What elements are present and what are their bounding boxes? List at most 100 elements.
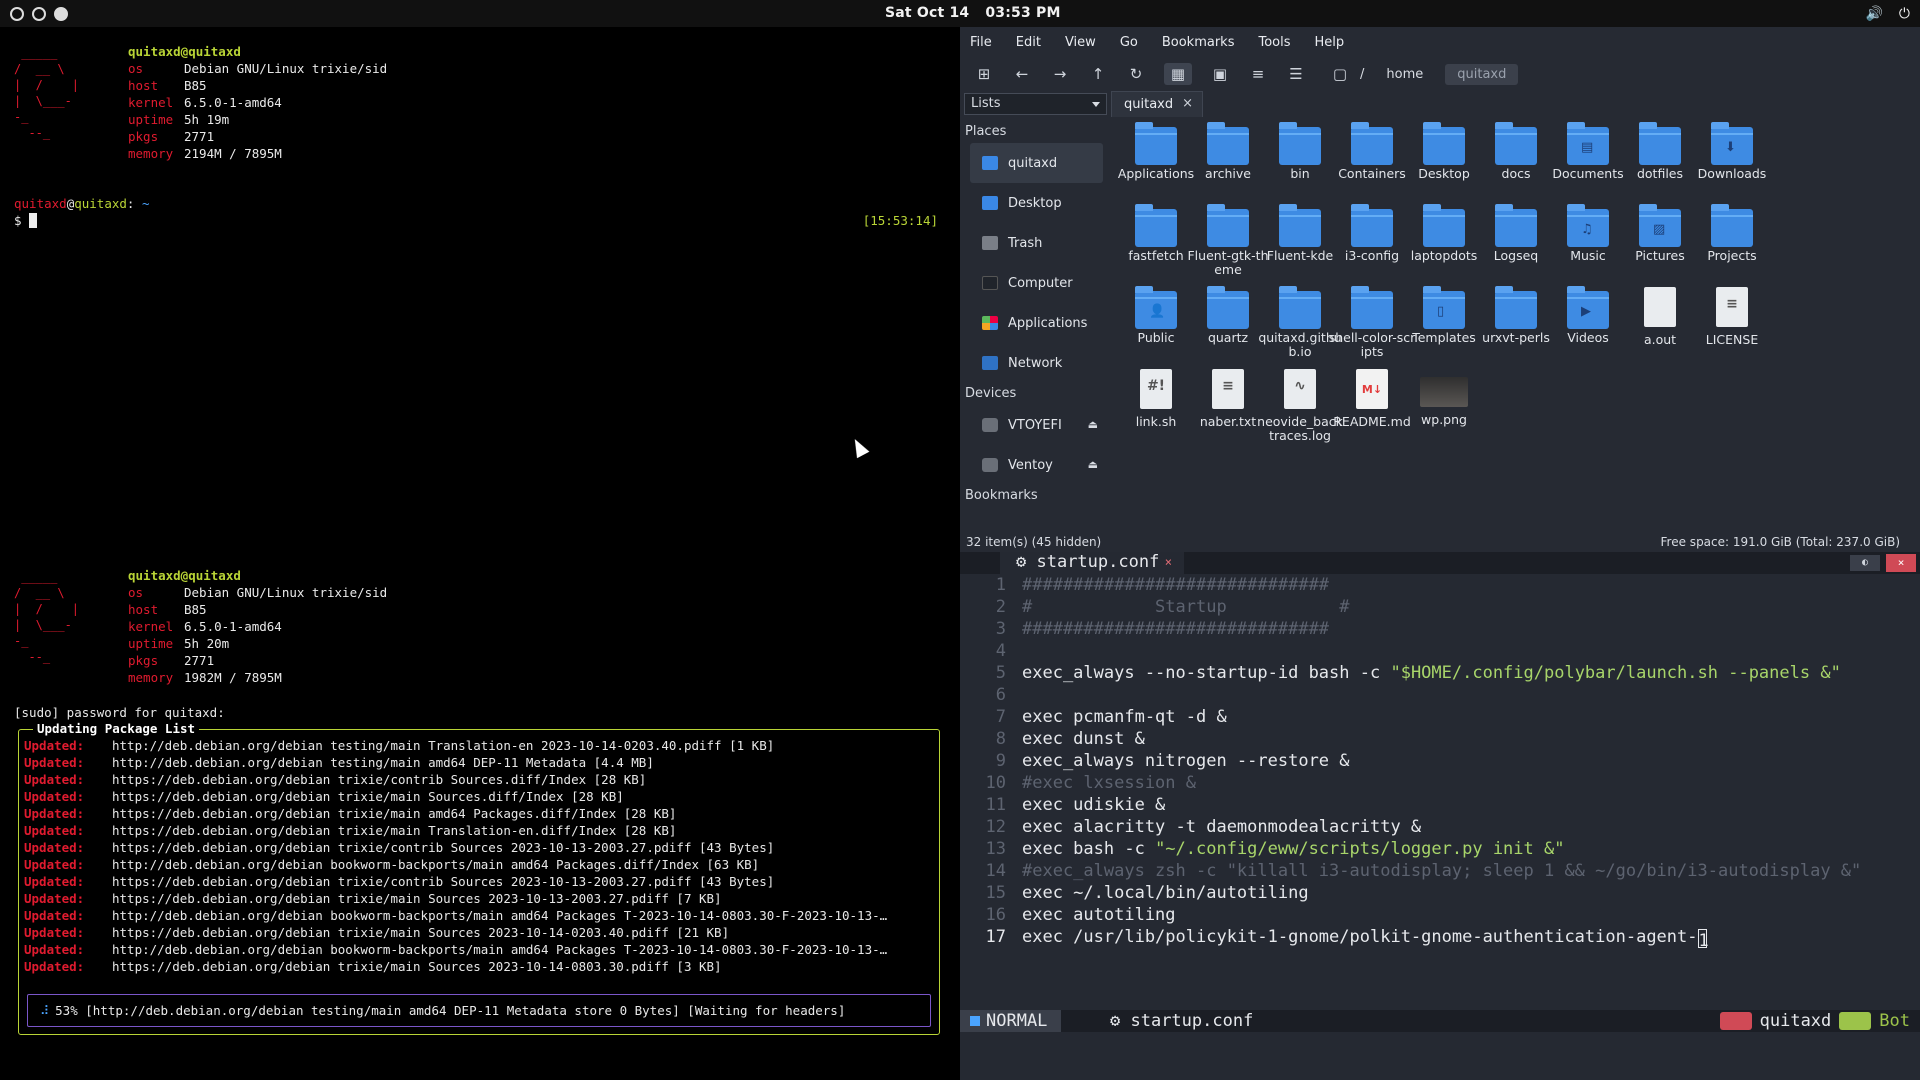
line-number: 7 <box>995 707 1006 727</box>
place-item-network[interactable]: Network <box>960 343 1108 383</box>
forward-icon[interactable]: → <box>1050 64 1070 84</box>
update-label: Updated: <box>24 772 85 787</box>
back-icon[interactable]: ← <box>1012 64 1032 84</box>
line-text: exec alacritty -t daemonmodealacritty & <box>1022 817 1422 837</box>
place-item-computer[interactable]: Computer <box>960 263 1108 303</box>
place-item-desktop[interactable]: Desktop <box>960 183 1108 223</box>
update-label: Updated: <box>24 959 85 974</box>
code-line[interactable]: 11 exec udiskie & <box>960 794 1920 816</box>
tab-quitaxd[interactable]: quitaxd × <box>1111 91 1203 117</box>
fetch-value: 2771 <box>184 653 215 668</box>
code-line[interactable]: 10 #exec lxsession & <box>960 772 1920 794</box>
compact-view-icon[interactable]: ≡ <box>1248 64 1268 84</box>
workspace-indicators <box>10 6 68 21</box>
drive-icon[interactable]: ▢ <box>1330 64 1350 84</box>
place-item-applications[interactable]: Applications <box>960 303 1108 343</box>
path-segment-quitaxd[interactable]: quitaxd <box>1445 63 1519 85</box>
volume-icon[interactable]: 🔊 <box>1865 6 1882 22</box>
toggle-icon[interactable]: ◐ <box>1850 555 1880 571</box>
line-text: exec /usr/lib/policykit-1-gnome/polkit-g… <box>1022 927 1709 948</box>
shell-prompt[interactable]: quitaxd@quitaxd: ~ $ [15:53:14] <box>14 195 954 229</box>
close-icon[interactable]: × <box>1182 96 1193 111</box>
reload-icon[interactable]: ↻ <box>1126 64 1146 84</box>
code-line[interactable]: 9 exec_always nitrogen --restore & <box>960 750 1920 772</box>
line-number: 1 <box>995 575 1006 595</box>
code-line[interactable]: 7 exec pcmanfm-qt -d & <box>960 706 1920 728</box>
debian-logo: _____ / __ \ | / | | \___- -_ --_ <box>14 46 80 140</box>
code-line[interactable]: 3 ############################## <box>960 618 1920 640</box>
path-root[interactable]: / <box>1360 67 1364 82</box>
menu-view[interactable]: View <box>1065 35 1096 50</box>
code-line[interactable]: 2 # Startup # <box>960 596 1920 618</box>
close-window-icon[interactable]: × <box>1886 554 1916 572</box>
code-line[interactable]: 15 exec ~/.local/bin/autotiling <box>960 882 1920 904</box>
code-line[interactable]: 5 exec_always --no-startup-id bash -c "$H… <box>960 662 1920 684</box>
menu-edit[interactable]: Edit <box>1016 35 1041 50</box>
power-icon[interactable]: ⏻ <box>1899 6 1910 22</box>
fastfetch-output: _____ / __ \ | / | | \___- -_ --_ quitax… <box>0 551 960 685</box>
menu-help[interactable]: Help <box>1315 35 1345 50</box>
code-line[interactable]: 8 exec dunst & <box>960 728 1920 750</box>
update-label: Updated: <box>24 925 85 940</box>
fetch-row: host B85 <box>128 77 387 94</box>
editor-window[interactable]: ⚙ startup.conf × ◐ × 1 ###################… <box>960 552 1920 1080</box>
code-line[interactable]: 4 <box>960 640 1920 662</box>
detailed-list-icon[interactable]: ☰ <box>1286 64 1306 84</box>
update-url: https://deb.debian.org/debian trixie/con… <box>112 840 775 855</box>
code-line[interactable]: 13 exec bash -c "~/.config/eww/scripts/lo… <box>960 838 1920 860</box>
line-number: 17 <box>985 927 1006 947</box>
line-text: exec ~/.local/bin/autotiling <box>1022 883 1309 903</box>
fetch-row: uptime 5h 20m <box>128 635 387 652</box>
code-line[interactable]: 6 <box>960 684 1920 706</box>
place-item-trash[interactable]: Trash <box>960 223 1108 263</box>
update-line: Updated: https://deb.debian.org/debian tr… <box>24 958 936 975</box>
menu-tools[interactable]: Tools <box>1258 35 1290 50</box>
eject-icon[interactable]: ⏏ <box>1088 458 1098 471</box>
fetch-value: 1982M / 7895M <box>184 670 282 685</box>
update-url: http://deb.debian.org/debian testing/mai… <box>112 738 775 753</box>
device-item-ventoy[interactable]: Ventoy ⏏ <box>960 445 1108 485</box>
workspace-1-indicator[interactable] <box>10 6 24 21</box>
fetch-value: B85 <box>184 78 207 93</box>
folder-icon <box>1495 204 1537 247</box>
eject-icon[interactable]: ⏏ <box>1088 418 1098 431</box>
place-item-quitaxd[interactable]: quitaxd <box>970 143 1103 183</box>
side-pane-mode-select[interactable]: Lists <box>964 93 1107 115</box>
fetch-row: os Debian GNU/Linux trixie/sid <box>128 584 387 601</box>
update-url: https://deb.debian.org/debian trixie/mai… <box>112 891 722 906</box>
code-line[interactable]: 17 exec /usr/lib/policykit-1-gnome/polkit… <box>960 926 1920 948</box>
file-item[interactable]: ≡ LICENSE <box>1688 287 1776 347</box>
code-line[interactable]: 16 exec autotiling <box>960 904 1920 926</box>
folder-icon: ▤ <box>1567 122 1609 165</box>
workspace-3-indicator[interactable] <box>54 6 68 21</box>
folder-item[interactable]: ⬇ Downloads <box>1688 122 1776 181</box>
menu-file[interactable]: File <box>970 35 992 50</box>
code-line[interactable]: 1 ############################## <box>960 574 1920 596</box>
editor-tab[interactable]: ⚙ startup.conf × <box>1000 552 1184 574</box>
code-line[interactable]: 12 exec alacritty -t daemonmodealacritty … <box>960 816 1920 838</box>
up-icon[interactable]: ↑ <box>1088 64 1108 84</box>
update-line: Updated: https://deb.debian.org/debian tr… <box>24 788 936 805</box>
new-tab-icon[interactable]: ⊞ <box>974 64 994 84</box>
editor-statusline: NORMAL ⚙ startup.conf quitaxd Bot <box>960 1010 1920 1032</box>
device-label: VTOYEFI <box>1008 417 1062 433</box>
update-label: Updated: <box>24 908 85 923</box>
thumbnail-view-icon[interactable]: ▣ <box>1210 64 1230 84</box>
system-tray: 🔊 ⏻ <box>1865 6 1910 22</box>
code-line[interactable]: 14 #exec_always zsh -c "killall i3-autodi… <box>960 860 1920 882</box>
line-text: ############################## <box>1022 619 1330 639</box>
line-number: 12 <box>985 817 1006 837</box>
file-item[interactable]: wp.png <box>1400 369 1488 427</box>
editor-buffer[interactable]: 1 ############################## 2 # Startu… <box>960 574 1920 948</box>
icon-view-icon[interactable]: ▦ <box>1164 63 1192 85</box>
folder-item[interactable]: Projects <box>1688 204 1776 263</box>
path-segment-home[interactable]: home <box>1374 64 1435 85</box>
menu-go[interactable]: Go <box>1120 35 1138 50</box>
terminal-bottom[interactable]: _____ / __ \ | / | | \___- -_ --_ quitax… <box>0 551 960 1080</box>
menu-bookmarks[interactable]: Bookmarks <box>1162 35 1235 50</box>
device-item-vtoyefi[interactable]: VTOYEFI ⏏ <box>960 405 1108 445</box>
workspace-2-indicator[interactable] <box>32 6 46 21</box>
close-icon[interactable]: × <box>1165 552 1172 573</box>
folder-icon <box>1135 122 1177 165</box>
terminal-top[interactable]: _____ / __ \ | / | | \___- -_ --_ quitax… <box>0 27 960 551</box>
